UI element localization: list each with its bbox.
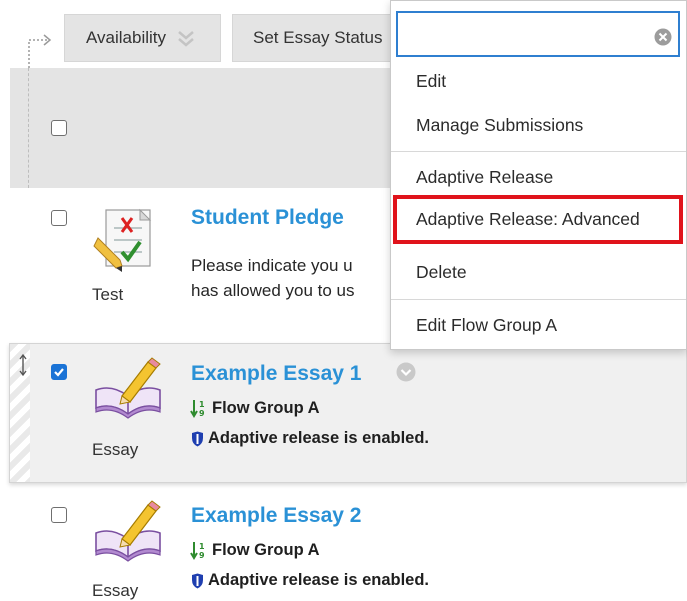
shield-icon bbox=[192, 431, 203, 446]
svg-text:9: 9 bbox=[199, 409, 205, 418]
header-dashed-line bbox=[28, 68, 29, 188]
options-chevron-icon[interactable] bbox=[396, 362, 416, 382]
menu-item-edit-flow-group[interactable]: Edit Flow Group A bbox=[416, 315, 557, 336]
item-type-label: Essay bbox=[92, 581, 139, 600]
chevron-down-icon bbox=[178, 31, 194, 47]
svg-text:1: 1 bbox=[199, 400, 205, 409]
adaptive-release-line: Adaptive release is enabled. bbox=[191, 429, 429, 448]
essay-icon bbox=[95, 357, 161, 419]
sort-numeric-icon: 1 9 bbox=[190, 542, 205, 560]
svg-text:1: 1 bbox=[199, 542, 205, 551]
set-essay-status-button[interactable]: Set Essay Status bbox=[232, 14, 402, 62]
item-checkbox[interactable] bbox=[51, 210, 67, 226]
description-line: has allowed you to us bbox=[191, 281, 355, 300]
shield-icon bbox=[192, 573, 203, 588]
item-type-label: Essay bbox=[92, 440, 139, 459]
highlight-annotation-box bbox=[393, 195, 683, 244]
description-line: Please indicate you u bbox=[191, 256, 353, 275]
item-options-menu: Edit Manage Submissions Adaptive Release… bbox=[390, 0, 687, 350]
item-title-link[interactable]: Example Essay 1 bbox=[191, 362, 361, 386]
flow-group-line: 1 9 Flow Group A bbox=[190, 398, 320, 418]
reorder-icon[interactable] bbox=[18, 353, 28, 377]
connector-arrow-icon bbox=[28, 34, 52, 68]
availability-button[interactable]: Availability bbox=[64, 14, 221, 62]
item-title-link[interactable]: Example Essay 2 bbox=[191, 504, 361, 528]
adaptive-release-label: Adaptive release is enabled. bbox=[208, 429, 430, 447]
menu-divider bbox=[391, 151, 686, 152]
item-description: Please indicate you u has allowed you to… bbox=[191, 253, 355, 303]
clear-icon[interactable] bbox=[654, 28, 672, 46]
flow-group-label: Flow Group A bbox=[212, 540, 320, 559]
item-title-link[interactable]: Student Pledge bbox=[191, 206, 344, 230]
essay-icon bbox=[95, 500, 161, 562]
select-all-checkbox[interactable] bbox=[51, 120, 67, 136]
item-type-label: Test bbox=[92, 285, 124, 304]
menu-item-edit[interactable]: Edit bbox=[416, 71, 446, 92]
item-checkbox[interactable] bbox=[51, 364, 67, 380]
menu-divider bbox=[391, 299, 686, 300]
menu-search-input[interactable] bbox=[396, 11, 680, 57]
adaptive-release-label: Adaptive release is enabled. bbox=[208, 571, 430, 589]
adaptive-release-line: Adaptive release is enabled. bbox=[191, 571, 429, 590]
svg-text:9: 9 bbox=[199, 551, 205, 560]
sort-numeric-icon: 1 9 bbox=[190, 400, 205, 418]
flow-group-label: Flow Group A bbox=[212, 398, 320, 417]
test-icon bbox=[93, 208, 152, 272]
menu-item-adaptive-release[interactable]: Adaptive Release bbox=[416, 167, 553, 188]
availability-label: Availability bbox=[86, 28, 167, 47]
menu-item-delete[interactable]: Delete bbox=[416, 262, 467, 283]
set-essay-status-label: Set Essay Status bbox=[253, 28, 383, 47]
flow-group-line: 1 9 Flow Group A bbox=[190, 540, 320, 560]
item-checkbox[interactable] bbox=[51, 507, 67, 523]
menu-item-manage-submissions[interactable]: Manage Submissions bbox=[416, 115, 583, 136]
